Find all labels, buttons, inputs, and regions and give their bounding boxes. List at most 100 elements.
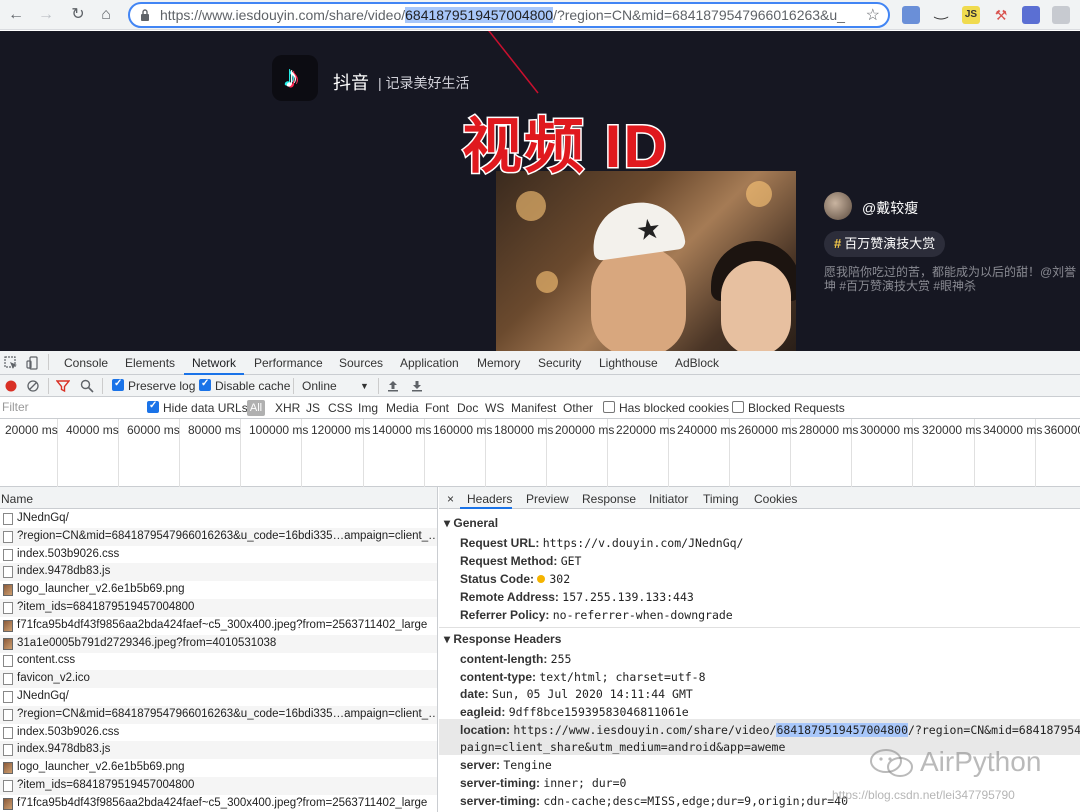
- filter-font[interactable]: Font: [425, 401, 449, 415]
- tab-sources[interactable]: Sources: [339, 356, 383, 370]
- tab-headers[interactable]: Headers: [467, 492, 512, 506]
- extension-grid-icon[interactable]: [902, 6, 920, 24]
- blocked-cookies-checkbox[interactable]: [603, 401, 615, 413]
- extension-reader-icon[interactable]: [1022, 6, 1040, 24]
- request-row[interactable]: f71fca95b4df43f9856aa2bda424faef~c5_300x…: [0, 617, 437, 635]
- request-row[interactable]: index.9478db83.js: [0, 563, 437, 582]
- request-row[interactable]: favicon_v2.ico: [0, 670, 437, 689]
- request-row[interactable]: ?region=CN&mid=6841879547966016263&u_cod…: [0, 705, 437, 724]
- disable-cache-label: Disable cache: [215, 379, 291, 393]
- tab-response[interactable]: Response: [582, 492, 636, 506]
- status-code-row: Status Code: 302: [460, 572, 571, 586]
- tab-adblock[interactable]: AdBlock: [675, 356, 719, 370]
- hashtag-chip[interactable]: # 百万赞演技大赏: [824, 231, 946, 257]
- filter-input[interactable]: Filter: [0, 398, 138, 417]
- network-overview-timeline[interactable]: 20000 ms 40000 ms 60000 ms 80000 ms 100000 m…: [0, 419, 1080, 487]
- timeline-tick-label: 40000 ms: [66, 423, 119, 437]
- filter-icon[interactable]: [56, 379, 70, 393]
- devtools-tab-bar: Console Elements Network Performance Sou…: [0, 351, 1080, 375]
- filter-js[interactable]: JS: [306, 401, 320, 415]
- tab-lighthouse[interactable]: Lighthouse: [599, 356, 658, 370]
- request-row[interactable]: content.css: [0, 652, 437, 670]
- request-row[interactable]: JNednGq/: [0, 688, 437, 706]
- request-row[interactable]: logo_launcher_v2.6e1b5b69.png: [0, 581, 437, 599]
- blocked-requests-checkbox[interactable]: [732, 401, 744, 413]
- extension-tool-icon[interactable]: ⚒: [992, 6, 1010, 24]
- forward-icon[interactable]: →: [34, 3, 58, 27]
- tab-memory[interactable]: Memory: [477, 356, 520, 370]
- tab-elements[interactable]: Elements: [125, 356, 175, 370]
- close-details-icon[interactable]: ×: [447, 492, 454, 506]
- request-row[interactable]: ?item_ids=6841879519457004800: [0, 777, 437, 795]
- avatar[interactable]: [824, 192, 852, 220]
- name-column-header[interactable]: Name: [0, 487, 437, 509]
- timeline-tick-label: 320000 ms: [922, 423, 982, 437]
- content-length-row: content-length: 255: [460, 652, 572, 666]
- filter-img[interactable]: Img: [358, 401, 378, 415]
- request-name: 31a1e0005b791d2729346.jpeg?from=40105310…: [17, 636, 277, 649]
- request-row[interactable]: 31a1e0005b791d2729346.jpeg?from=40105310…: [0, 634, 437, 653]
- tab-cookies[interactable]: Cookies: [754, 492, 797, 506]
- reload-icon[interactable]: ↻: [66, 3, 90, 27]
- preserve-log-label: Preserve log: [128, 379, 196, 393]
- filter-xhr[interactable]: XHR: [275, 401, 300, 415]
- url-text[interactable]: https://www.iesdouyin.com/share/video/68…: [160, 7, 860, 23]
- tab-timing[interactable]: Timing: [703, 492, 739, 506]
- tab-initiator[interactable]: Initiator: [649, 492, 688, 506]
- request-name: index.503b9026.css: [17, 547, 120, 560]
- tab-preview[interactable]: Preview: [526, 492, 569, 506]
- import-har-icon[interactable]: [386, 379, 400, 393]
- request-row[interactable]: JNednGq/: [0, 510, 437, 528]
- record-icon[interactable]: [4, 379, 18, 393]
- bookmark-star-icon[interactable]: ☆: [866, 5, 880, 25]
- search-icon[interactable]: [80, 379, 94, 393]
- extension-smile-icon[interactable]: ‿: [932, 4, 950, 24]
- video-person-face: [721, 261, 791, 351]
- home-icon[interactable]: ⌂: [94, 3, 118, 27]
- filter-all[interactable]: All: [247, 400, 265, 416]
- timeline-tick-label: 300000 ms: [860, 423, 920, 437]
- request-name: JNednGq/: [17, 512, 69, 524]
- request-row[interactable]: ?item_ids=6841879519457004800: [0, 599, 437, 617]
- timeline-tick-label: 280000 ms: [799, 423, 859, 437]
- extension-image-icon[interactable]: [1052, 6, 1070, 24]
- author-name[interactable]: @戴较瘦: [862, 198, 918, 218]
- request-row[interactable]: ?region=CN&mid=6841879547966016263&u_cod…: [0, 527, 437, 546]
- request-url-row: Request URL: https://v.douyin.com/JNednG…: [460, 536, 744, 550]
- response-headers-section-header[interactable]: ▾ Response Headers: [444, 632, 561, 646]
- disable-cache-checkbox[interactable]: [199, 378, 211, 391]
- preserve-log-checkbox[interactable]: [112, 378, 124, 391]
- tab-application[interactable]: Application: [400, 356, 459, 370]
- throttle-select[interactable]: Online: [302, 379, 337, 393]
- hide-data-urls-checkbox[interactable]: [147, 400, 159, 413]
- request-row[interactable]: index.9478db83.js: [0, 741, 437, 760]
- request-row[interactable]: index.503b9026.css: [0, 724, 437, 742]
- tab-console[interactable]: Console: [64, 356, 108, 370]
- clear-icon[interactable]: [26, 379, 40, 393]
- video-player[interactable]: ★: [496, 171, 796, 351]
- extension-js-icon[interactable]: JS: [962, 6, 980, 24]
- bokeh-light: [536, 271, 558, 293]
- tab-security[interactable]: Security: [538, 356, 581, 370]
- request-row[interactable]: logo_launcher_v2.6e1b5b69.png: [0, 759, 437, 777]
- tab-network[interactable]: Network: [192, 356, 236, 370]
- filter-doc[interactable]: Doc: [457, 401, 478, 415]
- back-icon[interactable]: ←: [4, 3, 28, 27]
- dropdown-caret-icon[interactable]: ▼: [360, 381, 369, 391]
- date-row: date: Sun, 05 Jul 2020 14:11:44 GMT: [460, 687, 693, 701]
- filter-media[interactable]: Media: [386, 401, 419, 415]
- request-row[interactable]: index.503b9026.css: [0, 546, 437, 564]
- remote-address-row: Remote Address: 157.255.139.133:443: [460, 590, 694, 604]
- request-row[interactable]: f71fca95b4df43f9856aa2bda424faef~c5_300x…: [0, 795, 437, 812]
- inspect-element-icon[interactable]: [4, 356, 18, 370]
- address-bar[interactable]: https://www.iesdouyin.com/share/video/68…: [128, 2, 890, 28]
- device-toolbar-icon[interactable]: [26, 356, 40, 370]
- filter-manifest[interactable]: Manifest: [511, 401, 556, 415]
- filter-other[interactable]: Other: [563, 401, 593, 415]
- export-har-icon[interactable]: [410, 379, 424, 393]
- tab-performance[interactable]: Performance: [254, 356, 323, 370]
- request-name: JNednGq/: [17, 690, 69, 702]
- general-section-header[interactable]: ▾ General: [444, 516, 498, 530]
- filter-ws[interactable]: WS: [485, 401, 504, 415]
- filter-css[interactable]: CSS: [328, 401, 353, 415]
